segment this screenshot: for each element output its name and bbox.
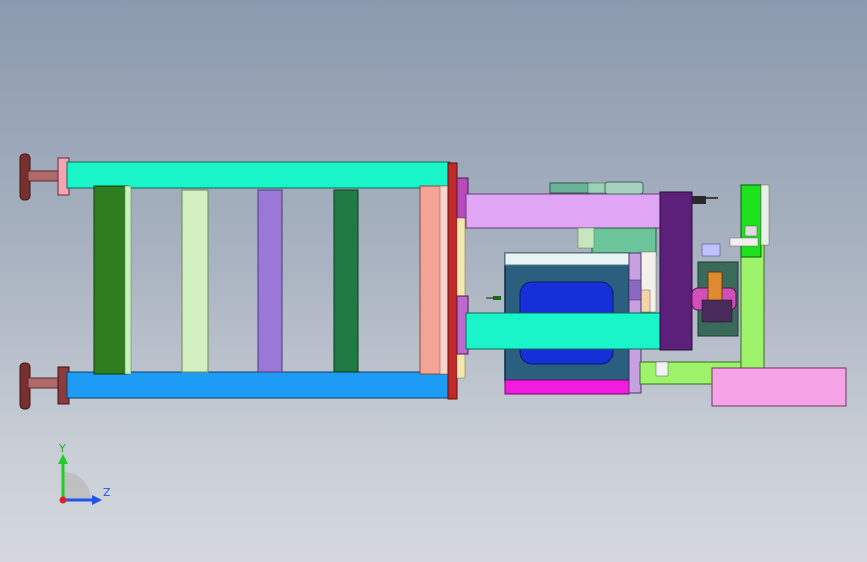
spacer-dark-green[interactable]	[93, 185, 129, 375]
coordinate-triad: Y Z	[40, 436, 130, 516]
z-axis-label: Z	[103, 486, 111, 499]
assembly-model[interactable]	[0, 0, 867, 562]
spacer-forest-green[interactable]	[333, 189, 359, 373]
arm-lower[interactable]	[465, 312, 663, 350]
tie-bar-bottom[interactable]	[66, 371, 451, 399]
triad-axes: Y Z	[58, 442, 111, 505]
tie-bar-top[interactable]	[66, 161, 451, 189]
pad[interactable]	[711, 367, 847, 407]
column-dark[interactable]	[659, 191, 693, 351]
end-knob-bottom[interactable]	[19, 362, 70, 410]
platen[interactable]	[447, 162, 458, 400]
arm-upper[interactable]	[465, 193, 667, 229]
cad-viewport[interactable]: Y Z	[0, 0, 867, 562]
mold-base[interactable]	[504, 379, 630, 395]
y-axis-label: Y	[58, 442, 66, 455]
spacer-purple[interactable]	[257, 189, 283, 373]
end-knob-top[interactable]	[19, 153, 70, 201]
spacer-light-green[interactable]	[181, 189, 209, 373]
